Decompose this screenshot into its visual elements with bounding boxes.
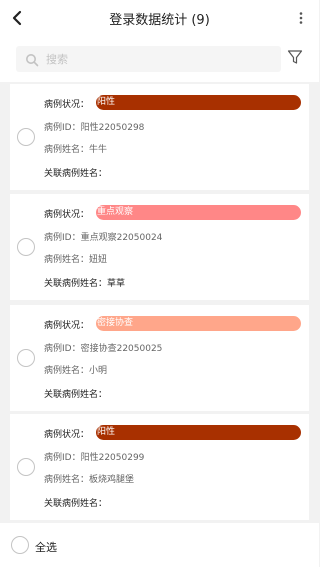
case-name-row: 病例姓名：牛牛	[44, 142, 107, 155]
related-name-row: 关联病例姓名：	[44, 496, 107, 509]
status-badge: 重点观察	[96, 205, 301, 220]
search-box[interactable]	[16, 46, 281, 72]
related-name-label: 关联病例姓名：	[44, 169, 108, 179]
case-name-row: 病例姓名：妞妞	[44, 252, 107, 265]
case-name-value: 小明	[89, 366, 108, 376]
case-name-label: 病例姓名：	[44, 145, 90, 155]
more-vertical-icon[interactable]	[293, 10, 309, 26]
status-label: 病例状况：	[44, 430, 90, 440]
case-name-label: 病例姓名：	[44, 475, 90, 485]
bottom-bar: 全选	[0, 523, 319, 567]
case-id-label: 病例ID：	[44, 344, 81, 354]
case-name-row: 病例姓名：小明	[44, 363, 107, 376]
case-card[interactable]: 病例状况： 密接协查 病例ID：密接协查22050025 病例姓名：小明 关联病…	[10, 305, 309, 411]
case-id-value: 阳性22050299	[80, 453, 145, 463]
filter-funnel-icon[interactable]	[287, 49, 303, 65]
case-id-label: 病例ID：	[44, 453, 81, 463]
related-name-value: 草草	[107, 279, 126, 289]
case-name-value: 板烧鸡腿堡	[89, 475, 135, 485]
related-name-label: 关联病例姓名：	[44, 390, 108, 400]
related-name-row: 关联病例姓名：	[44, 387, 107, 400]
case-id-label: 病例ID：	[44, 233, 81, 243]
case-card[interactable]: 病例状况： 阳性 病例ID：阳性22050298 病例姓名：牛牛 关联病例姓名：	[10, 84, 309, 190]
select-all-radio[interactable]	[11, 536, 29, 554]
back-arrow-icon[interactable]	[6, 6, 30, 30]
case-name-label: 病例姓名：	[44, 255, 90, 265]
top-bar: 登录数据统计 (9)	[0, 0, 319, 36]
case-select-radio[interactable]	[17, 128, 35, 146]
case-select-radio[interactable]	[17, 349, 35, 367]
case-id-value: 重点观察22050024	[80, 233, 163, 243]
case-name-value: 妞妞	[89, 255, 108, 265]
case-id-row: 病例ID：阳性22050298	[44, 120, 144, 133]
related-name-label: 关联病例姓名：	[44, 279, 108, 289]
search-bar	[0, 36, 319, 82]
status-label: 病例状况：	[44, 210, 90, 220]
case-id-label: 病例ID：	[44, 123, 81, 133]
status-label: 病例状况：	[44, 100, 90, 110]
related-name-row: 关联病例姓名：草草	[44, 276, 125, 289]
select-all-label[interactable]: 全选	[35, 539, 57, 555]
case-id-row: 病例ID：阳性22050299	[44, 450, 144, 463]
status-badge: 阳性	[96, 425, 301, 440]
case-card[interactable]: 病例状况： 重点观察 病例ID：重点观察22050024 病例姓名：妞妞 关联病…	[10, 194, 309, 300]
status-label: 病例状况：	[44, 321, 90, 331]
case-id-value: 阳性22050298	[80, 123, 145, 133]
case-id-row: 病例ID：密接协查22050025	[44, 341, 162, 354]
related-name-row: 关联病例姓名：	[44, 166, 107, 179]
search-input[interactable]	[46, 49, 266, 69]
related-name-label: 关联病例姓名：	[44, 499, 108, 509]
case-name-value: 牛牛	[89, 145, 108, 155]
page-title: 登录数据统计 (9)	[109, 12, 210, 28]
case-name-label: 病例姓名：	[44, 366, 90, 376]
case-card[interactable]: 病例状况： 阳性 病例ID：阳性22050299 病例姓名：板烧鸡腿堡 关联病例…	[10, 414, 309, 520]
case-id-value: 密接协查22050025	[80, 344, 163, 354]
case-id-row: 病例ID：重点观察22050024	[44, 230, 162, 243]
search-icon	[25, 52, 39, 67]
case-select-radio[interactable]	[17, 238, 35, 256]
status-badge: 阳性	[96, 95, 301, 110]
status-badge: 密接协查	[96, 316, 301, 331]
case-select-radio[interactable]	[17, 458, 35, 476]
case-name-row: 病例姓名：板烧鸡腿堡	[44, 472, 134, 485]
